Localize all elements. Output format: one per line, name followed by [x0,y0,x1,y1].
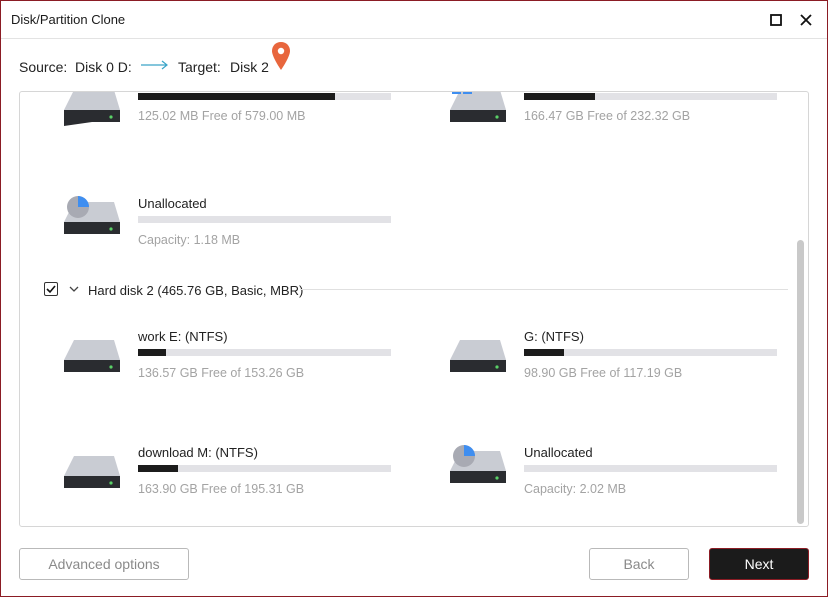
scrollbar-thumb[interactable] [797,240,804,524]
partition-item[interactable]: Unallocated Capacity: 2.02 MB [448,444,788,504]
partition-item[interactable]: G: (NTFS) 98.90 GB Free of 117.19 GB [448,328,788,388]
partition-info: 166.47 GB Free of 232.32 GB [524,109,691,123]
partition-name: Unallocated [138,196,207,211]
disk-checkbox[interactable] [44,282,58,296]
hard-drive-icon [64,92,120,126]
partition-info: Capacity: 2.02 MB [524,482,627,496]
windows-drive-icon [450,92,506,122]
close-button[interactable] [794,8,818,32]
target-value: Disk 2 [230,59,269,75]
partition-item[interactable]: 166.47 GB Free of 232.32 GB [448,92,788,144]
partition-name: G: (NTFS) [524,329,584,344]
partition-info: 98.90 GB Free of 117.19 GB [524,366,683,380]
window-title: Disk/Partition Clone [11,12,126,27]
hard-drive-icon [64,340,120,372]
back-button[interactable]: Back [589,548,689,580]
disk-partition-clone-window: Disk/Partition Clone Source: Disk 0 D: T… [0,0,828,597]
partition-info: 163.90 GB Free of 195.31 GB [138,482,305,496]
partition-name: Unallocated [524,445,593,460]
disk-label: Hard disk 2 (465.76 GB, Basic, MBR) [88,283,304,298]
hard-drive-icon [450,340,506,372]
maximize-button[interactable] [764,8,788,32]
partition-info: 125.02 MB Free of 579.00 MB [138,109,306,123]
unallocated-drive-icon [64,196,120,234]
usage-bar [138,216,391,223]
usage-bar [524,465,777,472]
close-icon [800,14,812,26]
partition-name: work E: (NTFS) [138,329,228,344]
arrow-right-icon [141,60,168,70]
usage-bar [138,465,391,472]
chevron-down-icon[interactable] [68,283,80,295]
advanced-options-button[interactable]: Advanced options [19,548,189,580]
partition-item[interactable]: Unallocated Capacity: 1.18 MB [62,196,402,256]
source-label: Source: [19,59,68,75]
source-value: Disk 0 D: [75,59,132,75]
partition-info: 136.57 GB Free of 153.26 GB [138,366,305,380]
hard-drive-icon [64,456,120,488]
partition-info: Capacity: 1.18 MB [138,233,241,247]
location-pin-icon [272,42,290,70]
disk-header: Hard disk 2 (465.76 GB, Basic, MBR) [44,281,344,299]
title-bar: Disk/Partition Clone [1,1,827,39]
usage-bar [138,93,391,100]
usage-bar [524,349,777,356]
unallocated-drive-icon [450,445,506,483]
usage-bar [524,93,777,100]
partition-item[interactable]: work E: (NTFS) 136.57 GB Free of 153.26 … [62,328,402,388]
maximize-icon [770,14,782,26]
divider [300,289,788,290]
partition-item[interactable]: download M: (NTFS) 163.90 GB Free of 195… [62,444,402,504]
partition-item[interactable]: 125.02 MB Free of 579.00 MB [62,92,402,144]
next-button[interactable]: Next [709,548,809,580]
target-label: Target: [178,59,221,75]
checkmark-icon [46,285,56,294]
usage-bar [138,349,391,356]
partition-name: download M: (NTFS) [138,445,258,460]
partition-list-panel[interactable]: 125.02 MB Free of 579.00 MB 166.47 GB Fr… [19,91,809,527]
